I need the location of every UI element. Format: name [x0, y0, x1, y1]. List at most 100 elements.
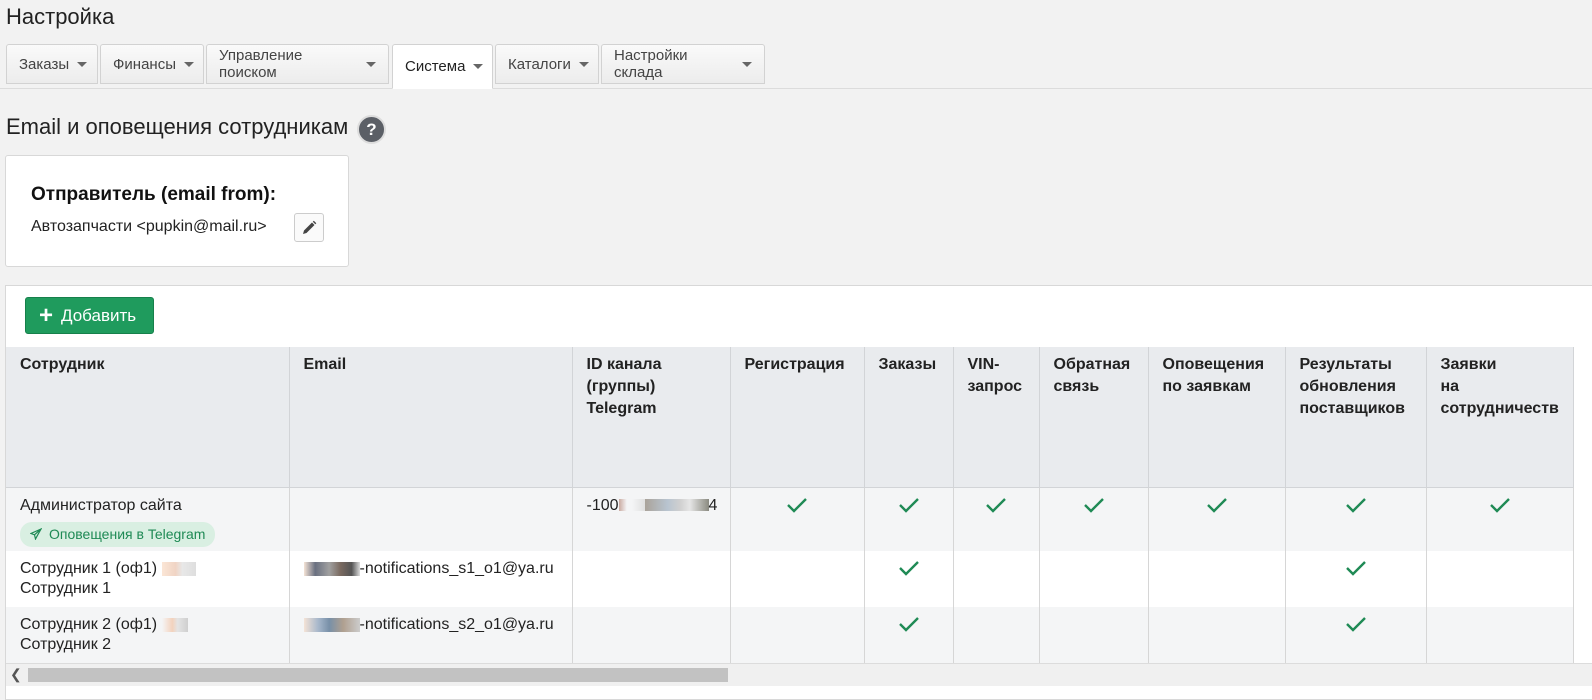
email-cell: [289, 487, 573, 551]
caret-down-icon: [183, 61, 194, 67]
sender-card: Отправитель (email from): Автозапчасти <…: [5, 155, 349, 267]
check-registration[interactable]: [730, 607, 865, 663]
checkmark-icon: [986, 497, 1006, 513]
check-orders[interactable]: [864, 607, 954, 663]
telegram-id-suffix: 4: [708, 496, 718, 514]
tab-label: Система: [405, 58, 466, 75]
checkmark-icon: [898, 497, 919, 513]
check-supplier-updates[interactable]: [1285, 487, 1427, 551]
column-header-registration[interactable]: Регистрация: [730, 347, 865, 488]
employee-name: Сотрудник 1 (оф1): [20, 560, 158, 577]
tab-catalogs[interactable]: Каталоги: [495, 44, 599, 84]
scroll-left-icon[interactable]: ❮: [10, 666, 22, 683]
caret-down-icon: [578, 61, 589, 67]
check-supplier-updates[interactable]: [1285, 551, 1427, 607]
check-feedback[interactable]: [1039, 487, 1149, 551]
redacted-block: [644, 499, 709, 512]
email-cell: -notifications_s1_o1@ya.ru: [289, 551, 573, 607]
column-header-employee[interactable]: Сотрудник: [6, 347, 290, 488]
employee-subtitle: Сотрудник 1: [20, 580, 112, 597]
checkmark-icon: [1206, 497, 1227, 513]
email-value: -notifications_s1_o1@ya.ru: [359, 560, 554, 577]
plus-icon: +: [39, 301, 54, 329]
add-button-label: Добавить: [61, 305, 137, 325]
check-partnership-requests[interactable]: [1426, 487, 1574, 551]
check-orders[interactable]: [864, 487, 954, 551]
telegram-id-cell: -100 4: [572, 487, 731, 551]
check-feedback[interactable]: [1039, 607, 1149, 663]
employee-subtitle: Сотрудник 2: [20, 636, 112, 653]
caret-down-icon: [366, 61, 376, 67]
email-value: -notifications_s2_o1@ya.ru: [359, 616, 554, 633]
email-cell: -notifications_s2_o1@ya.ru: [289, 607, 573, 663]
column-header-email[interactable]: Email: [289, 347, 573, 488]
column-header-supplier-updates[interactable]: Результаты обновления поставщиков: [1285, 347, 1427, 488]
tab-system[interactable]: Система: [392, 44, 493, 89]
tab-search-management[interactable]: Управление поиском: [206, 44, 389, 84]
edit-sender-button[interactable]: [294, 213, 324, 242]
tab-label: Настройки склада: [614, 47, 688, 81]
checkmark-icon: [1345, 497, 1366, 513]
checkmark-icon: [898, 561, 919, 576]
page-title: Настройка: [6, 4, 115, 29]
tab-finance[interactable]: Финансы: [100, 44, 204, 84]
checkmark-icon: [787, 497, 807, 513]
telegram-icon: [30, 527, 42, 540]
redacted-block: [303, 617, 360, 632]
check-registration[interactable]: [730, 551, 865, 607]
telegram-notifications-badge[interactable]: Оповещения в Telegram: [20, 521, 216, 547]
tab-label: Управление поиском: [219, 47, 303, 81]
telegram-id-cell: [572, 551, 731, 607]
redacted-block: [161, 561, 196, 576]
checkmark-icon: [1345, 561, 1366, 576]
column-header-feedback[interactable]: Обратная связь: [1039, 347, 1149, 488]
check-orders[interactable]: [864, 551, 954, 607]
staff-panel: + Добавить Сотрудник Email ID канала (гру…: [5, 285, 1592, 700]
table-header-row: Сотрудник Email ID канала (группы) Telegra…: [6, 347, 1574, 488]
check-request-notifications[interactable]: [1148, 487, 1286, 551]
employee-name: Администратор сайта: [20, 496, 182, 514]
redacted-block: [303, 561, 360, 576]
table-row[interactable]: Сотрудник 2 (оф1) Сотрудник 2 -notificat…: [6, 607, 1574, 663]
column-header-telegram-id[interactable]: ID канала (группы) Telegram: [572, 347, 731, 488]
telegram-badge-label: Оповещения в Telegram: [49, 525, 206, 542]
table-row[interactable]: Сотрудник 1 (оф1) Сотрудник 1 -notificat…: [6, 551, 1574, 607]
horizontal-scrollbar[interactable]: ❮: [6, 663, 1592, 686]
checkmark-icon: [898, 617, 919, 632]
employee-name: Сотрудник 2 (оф1): [20, 616, 158, 633]
sender-value: Автозапчасти <pupkin@mail.ru>: [31, 218, 267, 235]
tab-orders[interactable]: Заказы: [6, 44, 98, 84]
check-registration[interactable]: [730, 487, 865, 551]
staff-table: Сотрудник Email ID канала (группы) Telegra…: [6, 347, 1574, 663]
check-feedback[interactable]: [1039, 551, 1149, 607]
tab-label: Каталоги: [508, 55, 571, 73]
pencil-icon: [303, 220, 317, 234]
add-employee-button[interactable]: + Добавить: [25, 297, 154, 334]
check-supplier-updates[interactable]: [1285, 607, 1427, 663]
column-header-orders[interactable]: Заказы: [864, 347, 954, 488]
check-vin-request[interactable]: [953, 607, 1040, 663]
check-partnership-requests[interactable]: [1426, 607, 1574, 663]
employee-cell: Сотрудник 1 (оф1) Сотрудник 1: [6, 551, 290, 607]
check-partnership-requests[interactable]: [1426, 551, 1574, 607]
check-request-notifications[interactable]: [1148, 607, 1286, 663]
checkmark-icon: [1489, 497, 1510, 513]
check-vin-request[interactable]: [953, 487, 1040, 551]
employee-cell: Администратор сайта Оповещения в Telegra…: [6, 487, 290, 551]
checkmark-icon: [1083, 497, 1104, 513]
column-header-request-notifications[interactable]: Оповещения по заявкам: [1148, 347, 1286, 488]
sender-label: Отправитель (email from):: [31, 184, 277, 205]
redacted-block: [161, 617, 188, 632]
telegram-id-cell: [572, 607, 731, 663]
caret-down-icon: [77, 61, 88, 67]
scrollbar-thumb[interactable]: [28, 668, 728, 682]
check-request-notifications[interactable]: [1148, 551, 1286, 607]
table-row[interactable]: Администратор сайта Оповещения в Telegra…: [6, 487, 1574, 551]
column-header-partnership-requests[interactable]: Заявки на сотрудничеств: [1426, 347, 1574, 488]
question-circle-icon[interactable]: ?: [357, 115, 386, 144]
tab-warehouse-settings[interactable]: Настройки склада: [601, 44, 765, 84]
column-header-vin-request[interactable]: VIN-запрос: [953, 347, 1040, 488]
telegram-id-prefix: -100: [586, 496, 619, 514]
check-vin-request[interactable]: [953, 551, 1040, 607]
tab-label: Финансы: [113, 55, 176, 73]
